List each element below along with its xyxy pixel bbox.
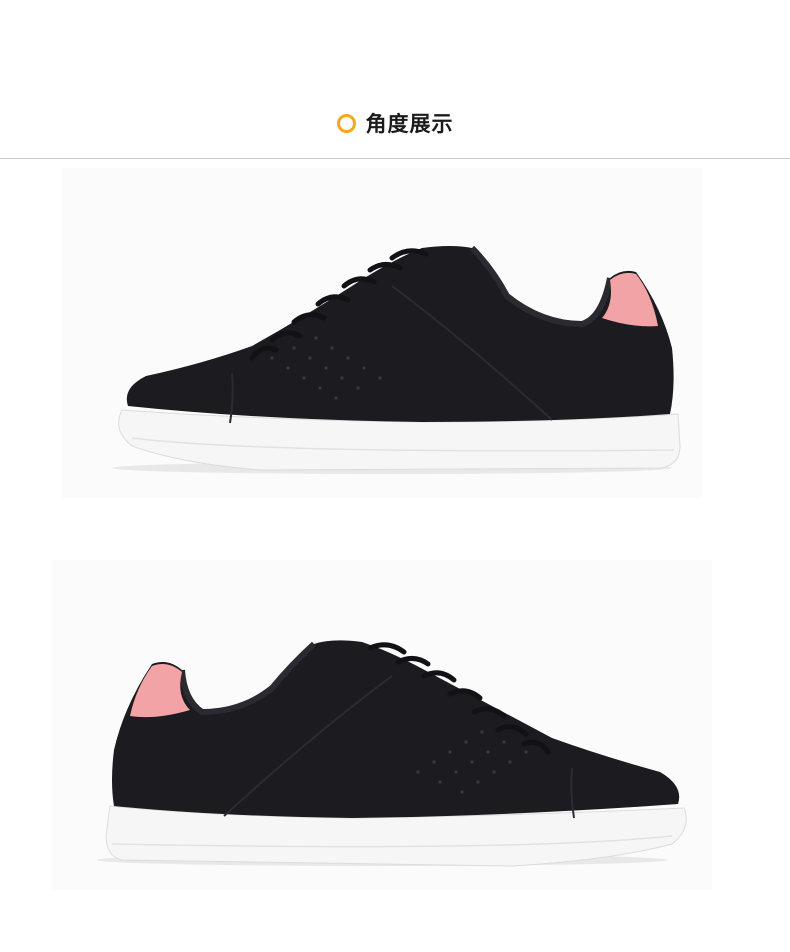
circle-outline-icon [336,113,356,133]
section-title-row: 角度展示 [0,108,790,138]
section-header: 角度展示 [0,0,790,158]
sneaker-image-mirrored [97,640,687,867]
section-title: 角度展示 [365,112,454,136]
product-photo-side-mirrored [52,560,712,890]
product-photo-side [62,168,702,498]
sneaker-image [112,245,681,474]
header-divider [0,158,790,159]
